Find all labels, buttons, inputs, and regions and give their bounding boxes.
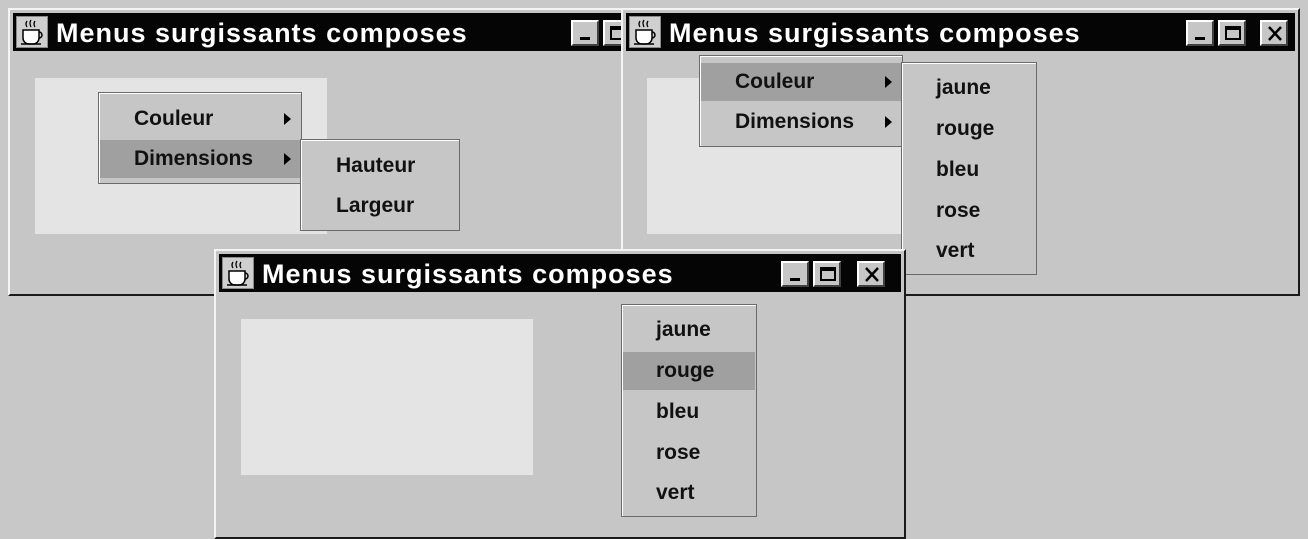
menu-item-label: rose	[936, 199, 981, 222]
java-coffee-cup-icon[interactable]	[16, 16, 48, 48]
menu-item-couleur[interactable]: Couleur	[701, 63, 901, 101]
content-panel[interactable]	[241, 319, 533, 475]
menu-item-label: Couleur	[735, 70, 815, 93]
popup-menu: Couleur Dimensions	[699, 55, 903, 147]
menu-item-largeur[interactable]: Largeur	[302, 187, 458, 225]
menu-item-label: bleu	[656, 400, 700, 423]
window-color-popup: Menus surgissants composes jaune rouge b…	[214, 249, 906, 539]
menu-item-rouge[interactable]: rouge	[623, 352, 755, 390]
menu-item-label: Couleur	[134, 107, 214, 130]
minimize-icon	[790, 278, 800, 281]
maximize-icon	[1225, 26, 1241, 40]
title-bar[interactable]: Menus surgissants composes	[219, 254, 901, 292]
menu-item-label: vert	[656, 481, 695, 504]
menu-item-label: Dimensions	[735, 110, 855, 133]
java-coffee-cup-icon[interactable]	[222, 257, 254, 289]
java-coffee-cup-icon[interactable]	[629, 16, 661, 48]
window-title: Menus surgissants composes	[262, 259, 674, 289]
popup-menu: Couleur Dimensions	[98, 92, 302, 184]
menu-item-jaune[interactable]: jaune	[903, 69, 1035, 107]
color-popup-menu: jaune rouge bleu rose vert	[621, 304, 757, 517]
menu-item-couleur[interactable]: Couleur	[100, 100, 300, 138]
close-icon	[1268, 26, 1282, 41]
menu-item-rose[interactable]: rose	[903, 192, 1035, 230]
menu-item-label: jaune	[656, 318, 711, 341]
submenu-arrow-icon	[284, 113, 291, 125]
title-bar[interactable]: Menus surgissants composes	[626, 13, 1295, 51]
window-title: Menus surgissants composes	[669, 18, 1081, 48]
menu-item-hauteur[interactable]: Hauteur	[302, 147, 458, 185]
menu-item-dimensions[interactable]: Dimensions	[701, 103, 901, 141]
menu-item-label: vert	[936, 239, 975, 262]
menu-item-label: bleu	[936, 158, 980, 181]
menu-item-vert[interactable]: vert	[903, 232, 1035, 270]
menu-item-bleu[interactable]: bleu	[623, 393, 755, 431]
close-icon	[865, 267, 879, 282]
minimize-icon	[580, 37, 590, 40]
maximize-button[interactable]	[813, 261, 841, 287]
minimize-icon	[1195, 37, 1205, 40]
submenu-arrow-icon	[885, 116, 892, 128]
menu-item-label: Dimensions	[134, 147, 254, 170]
minimize-button[interactable]	[1186, 20, 1214, 46]
maximize-button[interactable]	[1218, 20, 1246, 46]
submenu-arrow-icon	[284, 153, 291, 165]
menu-item-bleu[interactable]: bleu	[903, 151, 1035, 189]
menu-item-label: jaune	[936, 76, 991, 99]
minimize-button[interactable]	[571, 20, 599, 46]
menu-item-label: Hauteur	[336, 154, 416, 177]
minimize-button[interactable]	[781, 261, 809, 287]
close-button[interactable]	[1260, 20, 1288, 46]
menu-item-dimensions[interactable]: Dimensions	[100, 140, 300, 178]
menu-item-vert[interactable]: vert	[623, 474, 755, 512]
menu-item-jaune[interactable]: jaune	[623, 311, 755, 349]
menu-item-label: rouge	[656, 359, 715, 382]
maximize-icon	[820, 267, 836, 281]
couleur-submenu: jaune rouge bleu rose vert	[901, 62, 1037, 275]
close-button[interactable]	[857, 261, 885, 287]
menu-item-rouge[interactable]: rouge	[903, 110, 1035, 148]
title-bar[interactable]: Menus surgissants composes	[13, 13, 639, 51]
submenu-arrow-icon	[885, 76, 892, 88]
menu-item-label: Largeur	[336, 194, 415, 217]
menu-item-label: rouge	[936, 117, 995, 140]
menu-item-rose[interactable]: rose	[623, 434, 755, 472]
window-title: Menus surgissants composes	[56, 18, 468, 48]
menu-item-label: rose	[656, 441, 701, 464]
dimensions-submenu: Hauteur Largeur	[300, 139, 460, 231]
